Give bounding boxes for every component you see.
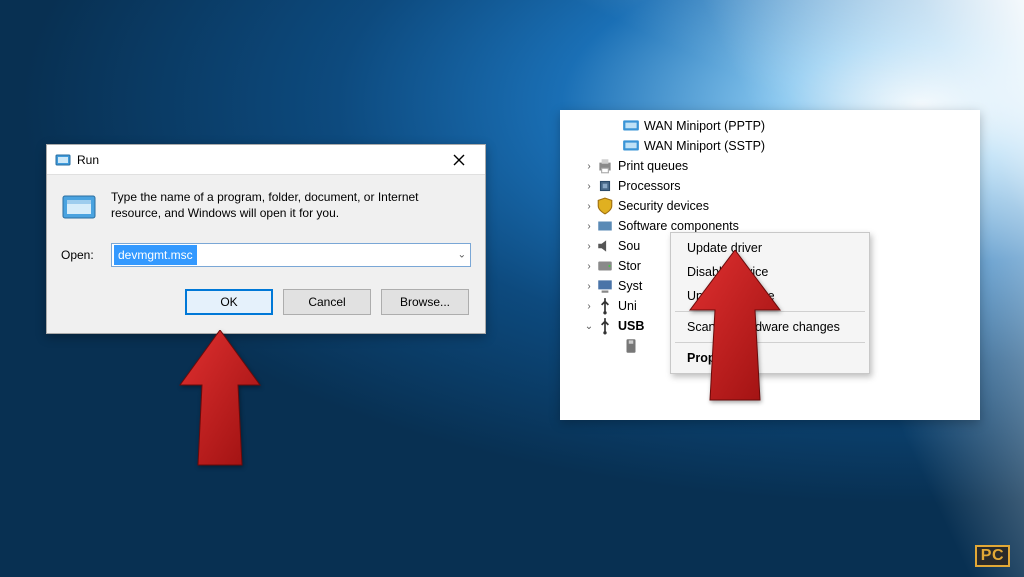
browse-button[interactable]: Browse... bbox=[381, 289, 469, 315]
open-label: Open: bbox=[61, 248, 101, 262]
usb-icon bbox=[596, 318, 614, 334]
run-app-icon bbox=[61, 189, 97, 225]
open-combobox[interactable]: devmgmt.msc ⌄ bbox=[111, 243, 471, 267]
printer-icon bbox=[596, 158, 614, 174]
run-title-icon bbox=[55, 152, 71, 168]
ok-button[interactable]: OK bbox=[185, 289, 273, 315]
close-button[interactable] bbox=[439, 148, 479, 172]
tree-arrow-icon[interactable] bbox=[582, 181, 596, 192]
network-icon bbox=[622, 118, 640, 134]
tree-arrow-icon[interactable] bbox=[582, 301, 596, 312]
tree-arrow-icon[interactable] bbox=[582, 241, 596, 252]
tree-item-label: Software components bbox=[614, 219, 739, 233]
tree-item[interactable]: WAN Miniport (SSTP) bbox=[560, 136, 980, 156]
tree-item-label: Uni bbox=[614, 299, 637, 313]
tree-arrow-icon[interactable] bbox=[582, 261, 596, 272]
close-icon bbox=[453, 154, 465, 166]
tree-arrow-icon[interactable] bbox=[582, 201, 596, 212]
annotation-arrow-ok bbox=[170, 330, 270, 470]
tree-item-label: Sou bbox=[614, 239, 640, 253]
annotation-arrow-update-driver bbox=[680, 250, 790, 405]
tree-item[interactable]: WAN Miniport (PPTP) bbox=[560, 116, 980, 136]
usb-icon bbox=[596, 298, 614, 314]
component-icon bbox=[596, 218, 614, 234]
run-body: Type the name of a program, folder, docu… bbox=[47, 175, 485, 333]
tree-arrow-icon[interactable] bbox=[582, 321, 596, 332]
disk-icon bbox=[596, 258, 614, 274]
tree-arrow-icon[interactable] bbox=[582, 281, 596, 292]
tree-item[interactable]: Security devices bbox=[560, 196, 980, 216]
tree-arrow-icon[interactable] bbox=[582, 221, 596, 232]
network-icon bbox=[622, 138, 640, 154]
system-icon bbox=[596, 278, 614, 294]
run-title: Run bbox=[77, 153, 439, 167]
cpu-icon bbox=[596, 178, 614, 194]
watermark: PC bbox=[975, 545, 1010, 567]
tree-item-label: Syst bbox=[614, 279, 642, 293]
sound-icon bbox=[596, 238, 614, 254]
tree-item-label: Processors bbox=[614, 179, 681, 193]
tree-item-label: Security devices bbox=[614, 199, 709, 213]
tree-item[interactable]: Processors bbox=[560, 176, 980, 196]
tree-item-label: Print queues bbox=[614, 159, 688, 173]
tree-item[interactable]: Print queues bbox=[560, 156, 980, 176]
tree-arrow-icon[interactable] bbox=[582, 161, 596, 172]
usb-device-icon bbox=[622, 338, 640, 354]
run-buttons: OK Cancel Browse... bbox=[61, 289, 471, 315]
shield-icon bbox=[596, 198, 614, 214]
tree-item-label: WAN Miniport (PPTP) bbox=[640, 119, 765, 133]
open-combobox-value: devmgmt.msc bbox=[114, 245, 197, 265]
run-titlebar[interactable]: Run bbox=[47, 145, 485, 175]
tree-item-label: USB bbox=[614, 319, 644, 333]
watermark-pc: PC bbox=[975, 545, 1010, 567]
tree-item-label: Stor bbox=[614, 259, 641, 273]
chevron-down-icon: ⌄ bbox=[458, 250, 466, 261]
run-dialog: Run Type the name of a program, folder, … bbox=[46, 144, 486, 334]
cancel-button[interactable]: Cancel bbox=[283, 289, 371, 315]
tree-item-label: WAN Miniport (SSTP) bbox=[640, 139, 765, 153]
run-message: Type the name of a program, folder, docu… bbox=[111, 189, 471, 225]
